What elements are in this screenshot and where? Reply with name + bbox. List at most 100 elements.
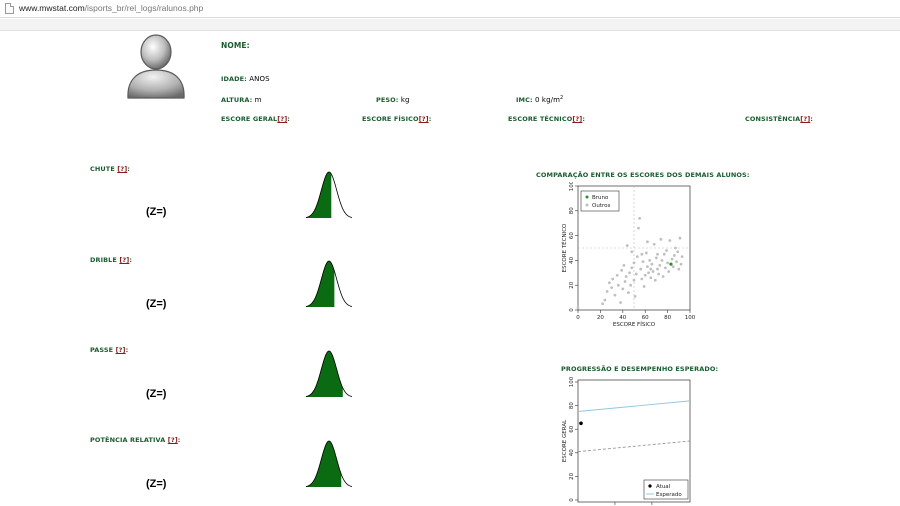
y-tick-label: 100 <box>569 182 575 191</box>
data-point-outros <box>632 261 636 265</box>
physical-score-help-link[interactable]: [?] <box>419 115 429 123</box>
data-point-outros <box>630 266 634 270</box>
physical-score-field: ESCORE FÍSICO[?]: <box>362 115 431 123</box>
consistency-field: CONSISTÊNCIA[?]: <box>745 115 813 123</box>
url-text[interactable]: www.mwstat.com/isports_br/rel_logs/ralun… <box>19 3 203 13</box>
expected-line <box>577 400 691 412</box>
legend-marker-outros <box>585 203 589 207</box>
data-point-outros <box>622 263 626 267</box>
skill-label-passe: PASSE [?]: <box>90 346 129 354</box>
y-tick-label: 60 <box>569 232 575 239</box>
colon: : <box>810 115 813 123</box>
legend-label-outros: Outros <box>592 203 610 209</box>
x-tick-label: 60 <box>642 315 649 321</box>
skill-name: CHUTE <box>90 165 115 173</box>
skill-label-potencia: POTÊNCIA RELATIVA [?]: <box>90 436 181 444</box>
skill-help-link[interactable]: [?] <box>116 346 126 354</box>
y-axis-label: ESCORE GERAL <box>562 419 568 462</box>
y-tick-label: 20 <box>569 472 575 479</box>
data-point-outros <box>641 260 645 264</box>
technical-score-help-link[interactable]: [?] <box>572 115 582 123</box>
data-point-outros <box>649 276 653 280</box>
data-point-outros <box>656 267 659 271</box>
skill-help-link[interactable]: [?] <box>117 165 127 173</box>
data-point-outros <box>638 216 641 220</box>
data-point-outros <box>657 272 661 276</box>
data-point-outros <box>635 255 639 259</box>
normal-curve-potencia <box>305 440 353 487</box>
data-point-outros <box>677 267 681 271</box>
data-point-outros <box>620 268 624 272</box>
y-tick-label: 40 <box>569 449 575 456</box>
data-point-outros <box>646 240 649 244</box>
data-point-outros <box>650 262 654 266</box>
data-point-outros <box>668 239 672 242</box>
colon: : <box>428 115 432 123</box>
general-score-help-link[interactable]: [?] <box>277 115 287 123</box>
comparison-chart-title: COMPARAÇÃO ENTRE OS ESCORES DOS DEMAIS A… <box>536 171 750 179</box>
address-bar[interactable]: www.mwstat.com/isports_br/rel_logs/ralun… <box>0 0 900 18</box>
x-tick-label: 80 <box>664 315 671 321</box>
skill-help-link[interactable]: [?] <box>119 256 129 264</box>
data-point-bruno <box>669 262 673 266</box>
data-point-outros <box>605 290 609 293</box>
data-point-outros <box>665 249 668 252</box>
colon: : <box>287 115 290 123</box>
general-score-label: ESCORE GERAL <box>221 115 278 123</box>
data-point-outros <box>628 271 631 275</box>
data-point-outros <box>630 250 634 254</box>
y-tick-label: 0 <box>569 498 575 502</box>
data-point-outros <box>653 278 657 282</box>
data-point-outros <box>643 273 647 277</box>
consistency-help-link[interactable]: [?] <box>800 115 810 123</box>
skill-name: PASSE <box>90 346 114 354</box>
name-label: NOME: <box>221 41 250 50</box>
progression-line-plot: 0 20 40 60 80 100 ESCORE GERAL Atual Esperado <box>562 376 691 505</box>
colon: : <box>582 115 586 123</box>
data-point-outros <box>632 278 636 282</box>
page-icon <box>5 3 14 14</box>
url-host: www.mwstat.com <box>19 3 85 13</box>
data-point-outros <box>659 237 663 241</box>
y-tick-label: 0 <box>569 308 575 312</box>
technical-score-field: ESCORE TÉCNICO[?]: <box>508 115 585 123</box>
y-tick-label: 40 <box>569 256 575 263</box>
height-unit: m <box>254 96 262 104</box>
data-point-outros <box>670 257 674 261</box>
y-tick-label: 60 <box>569 425 575 432</box>
data-point-outros <box>623 280 627 283</box>
data-point-outros <box>647 271 650 275</box>
data-point-outros <box>661 275 665 278</box>
skill-name: POTÊNCIA RELATIVA <box>90 436 166 444</box>
data-point-outros <box>642 285 646 288</box>
weight-unit: kg <box>400 96 410 104</box>
curve-area <box>306 172 332 218</box>
data-point-outros <box>603 298 607 302</box>
url-path: /isports_br/rel_logs/ralunos.php <box>84 3 204 13</box>
skill-label-chute: CHUTE [?]: <box>90 165 130 173</box>
data-point-outros <box>640 277 644 281</box>
data-point-outros <box>637 226 640 230</box>
trend-line-dashed <box>577 440 691 453</box>
legend-label-bruno: Bruno <box>592 195 609 201</box>
data-point-outros <box>611 277 615 281</box>
skill-name: DRIBLE <box>90 256 117 264</box>
data-point-outros <box>615 273 619 277</box>
consistency-label: CONSISTÊNCIA <box>745 115 801 123</box>
data-point-outros <box>607 281 611 285</box>
data-point-outros <box>639 267 643 271</box>
data-point-outros <box>660 259 664 262</box>
x-axis-label: ESCORE FÍSICO <box>613 321 656 328</box>
data-point-outros <box>671 265 675 268</box>
weight-field: PESO: kg <box>376 96 410 104</box>
skill-help-link[interactable]: [?] <box>168 436 178 444</box>
data-point-outros <box>613 293 617 297</box>
technical-score-label: ESCORE TÉCNICO <box>508 115 573 123</box>
legend-label-esperado: Esperado <box>656 492 682 498</box>
data-point-outros <box>651 270 655 273</box>
legend-label-atual: Atual <box>656 484 671 490</box>
current-point <box>579 421 583 426</box>
skill-z-passe: (Z=) <box>146 388 167 400</box>
data-point-outros <box>616 283 620 287</box>
data-point-outros <box>601 302 605 306</box>
